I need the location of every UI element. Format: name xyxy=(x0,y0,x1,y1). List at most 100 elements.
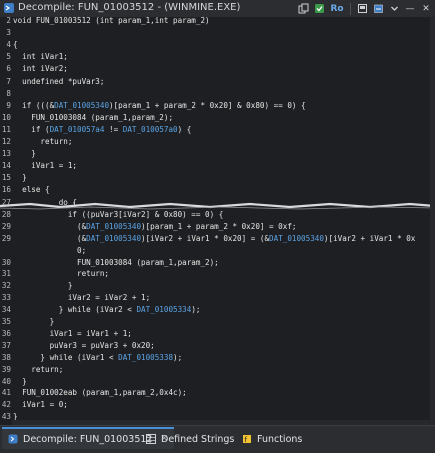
menu-chevron-icon[interactable] xyxy=(387,2,401,16)
line-number: 2 xyxy=(6,17,11,25)
code-token: )[param_1 + param_2 * 0x20] & 0x80) == 0… xyxy=(109,100,306,110)
code-token: FUN_01002eab (param_1,param_2,0x4c); xyxy=(13,388,187,398)
tab-defined-strings[interactable]: Defined Strings xyxy=(140,429,240,449)
code-token: iVar1 = 0; xyxy=(13,400,68,410)
vertical-scrollbar[interactable] xyxy=(430,17,435,425)
code-line[interactable]: 4{ xyxy=(0,39,18,51)
code-line[interactable]: 15 } xyxy=(0,172,27,184)
global-label-token[interactable]: DAT_01005340 xyxy=(86,222,141,231)
line-number: 28 xyxy=(1,209,11,219)
code-line[interactable]: 16 else { xyxy=(0,184,50,196)
line-number: 9 xyxy=(6,100,11,110)
line-number: 38 xyxy=(1,352,11,362)
line-number: 8 xyxy=(6,88,11,98)
code-line[interactable]: 33 iVar2 = iVar2 + 1; xyxy=(0,292,150,304)
code-token: do { xyxy=(13,198,78,207)
code-line[interactable]: 5 int iVar1; xyxy=(0,51,67,63)
code-line[interactable]: 32 } xyxy=(0,280,73,292)
code-token: 0; xyxy=(13,245,87,255)
code-line[interactable]: 8 xyxy=(0,88,13,100)
code-line[interactable]: 7 undefined *puVar3; xyxy=(0,76,104,88)
snapshot-icon[interactable] xyxy=(355,2,369,16)
line-number: 13 xyxy=(1,149,11,159)
minimize-icon[interactable]: — xyxy=(403,2,417,16)
code-token: FUN_01003084 (param_1,param_2); xyxy=(13,112,174,122)
global-label-token[interactable]: DAT_01005340 xyxy=(86,234,141,243)
code-line[interactable]: 14 iVar1 = 1; xyxy=(0,160,77,172)
global-label-token[interactable]: DAT_010057a0 xyxy=(123,125,178,134)
code-token: int iVar2; xyxy=(13,64,68,74)
code-line[interactable]: 13 } xyxy=(0,148,36,160)
line-number: 36 xyxy=(1,328,11,338)
tab-functions[interactable]: f Functions xyxy=(236,429,308,449)
code-token: } xyxy=(13,317,55,326)
code-token: (& xyxy=(13,233,87,243)
code-line[interactable]: 38 } while (iVar1 < DAT_01005338); xyxy=(0,352,182,364)
code-line[interactable]: 42 iVar1 = 0; xyxy=(0,399,68,411)
export-icon[interactable] xyxy=(371,2,385,16)
code-token: return; xyxy=(13,269,110,279)
code-token: } xyxy=(13,376,27,386)
line-number: 7 xyxy=(6,76,11,86)
code-line[interactable]: 11 if (DAT_010057a4 != DAT_010057a0) { xyxy=(0,124,192,136)
code-line[interactable]: 39 return; xyxy=(0,364,63,376)
decompiler-window: Decompile: FUN_01003512 - (WINMINE.EXE) … xyxy=(0,0,435,453)
code-line[interactable]: 3 xyxy=(0,27,13,39)
code-line[interactable]: 29 (&DAT_01005340)[param_1 + param_2 * 0… xyxy=(0,221,297,233)
window-title: Decompile: FUN_01003512 - (WINMINE.EXE) xyxy=(18,2,241,13)
functions-icon: f xyxy=(243,435,251,444)
code-line[interactable]: 29 (&DAT_01005340)[iVar2 + iVar1 * 0x20]… xyxy=(0,233,416,245)
code-token: } xyxy=(13,173,27,183)
decompiled-code-area[interactable]: 2 void FUN_01003512 (int param_1,int para… xyxy=(0,17,435,425)
code-line[interactable]: 37 puVar3 = puVar3 + 0x20; xyxy=(0,340,155,352)
line-number: 33 xyxy=(1,293,11,303)
toolbar-separator xyxy=(350,2,351,15)
code-line[interactable]: 9 if (((&DAT_01005340)[param_1 + param_2… xyxy=(0,100,306,112)
line-number: 14 xyxy=(1,161,11,171)
ro-icon[interactable]: Ro xyxy=(328,2,346,16)
code-token: else { xyxy=(13,185,50,195)
code-line[interactable]: 34 } while (iVar2 < DAT_01005334); xyxy=(0,304,201,316)
line-number: 41 xyxy=(1,388,11,398)
refresh-icon[interactable] xyxy=(312,2,326,16)
code-line[interactable]: 36 iVar1 = iVar1 + 1; xyxy=(0,328,132,340)
tab-label: Functions xyxy=(257,433,303,445)
close-icon[interactable]: ✕ xyxy=(419,2,433,16)
code-line[interactable]: 41 FUN_01002eab (param_1,param_2,0x4c); xyxy=(0,387,187,399)
code-line[interactable]: 30 FUN_01003084 (param_1,param_2); xyxy=(0,257,219,269)
code-token: puVar3 = puVar3 + 0x20; xyxy=(13,340,155,350)
code-token: } xyxy=(13,149,36,159)
code-token: return; xyxy=(13,364,64,374)
code-line[interactable]: 12 return; xyxy=(0,136,73,148)
code-token: ); xyxy=(191,305,201,315)
code-line[interactable]: 10 FUN_01003084 (param_1,param_2); xyxy=(0,112,173,124)
code-line[interactable]: 6 int iVar2; xyxy=(0,63,68,75)
line-number: 6 xyxy=(6,64,11,74)
global-label-token[interactable]: DAT_01005338 xyxy=(118,353,173,362)
tab-label: Decompile: FUN_01003512 xyxy=(23,433,153,445)
tab-label: Defined Strings xyxy=(161,433,235,445)
line-number: 16 xyxy=(1,185,11,195)
code-line[interactable]: 40 } xyxy=(0,376,27,388)
code-token: )[iVar2 + iVar1 * 0x xyxy=(323,233,416,243)
copy-icon[interactable] xyxy=(296,2,310,16)
code-token: if ((puVar3[iVar2] & 0x80) == 0) { xyxy=(13,209,224,219)
code-token: ); xyxy=(173,352,183,362)
code-line[interactable]: 2 void FUN_01003512 (int param_1,int para… xyxy=(0,17,209,27)
global-label-token[interactable]: DAT_01005340 xyxy=(54,101,109,110)
code-line[interactable]: 28 if ((puVar3[iVar2] & 0x80) == 0) { xyxy=(0,209,223,221)
code-line[interactable]: 31 return; xyxy=(0,268,109,280)
line-number: 11 xyxy=(1,124,11,134)
line-number: 39 xyxy=(1,364,11,374)
code-line[interactable]: 0; xyxy=(0,245,86,257)
code-line[interactable]: 35 } xyxy=(0,316,54,328)
global-label-token[interactable]: DAT_01005334 xyxy=(136,305,191,314)
code-token: { xyxy=(13,40,18,50)
line-number: 37 xyxy=(1,340,11,350)
code-line[interactable]: 27 do { xyxy=(0,197,77,209)
line-number: 35 xyxy=(1,317,11,326)
global-label-token[interactable]: DAT_010057a4 xyxy=(50,125,105,134)
line-number: 27 xyxy=(1,198,11,207)
global-label-token[interactable]: DAT_01005340 xyxy=(269,234,324,243)
ro-label: Ro xyxy=(330,3,344,14)
